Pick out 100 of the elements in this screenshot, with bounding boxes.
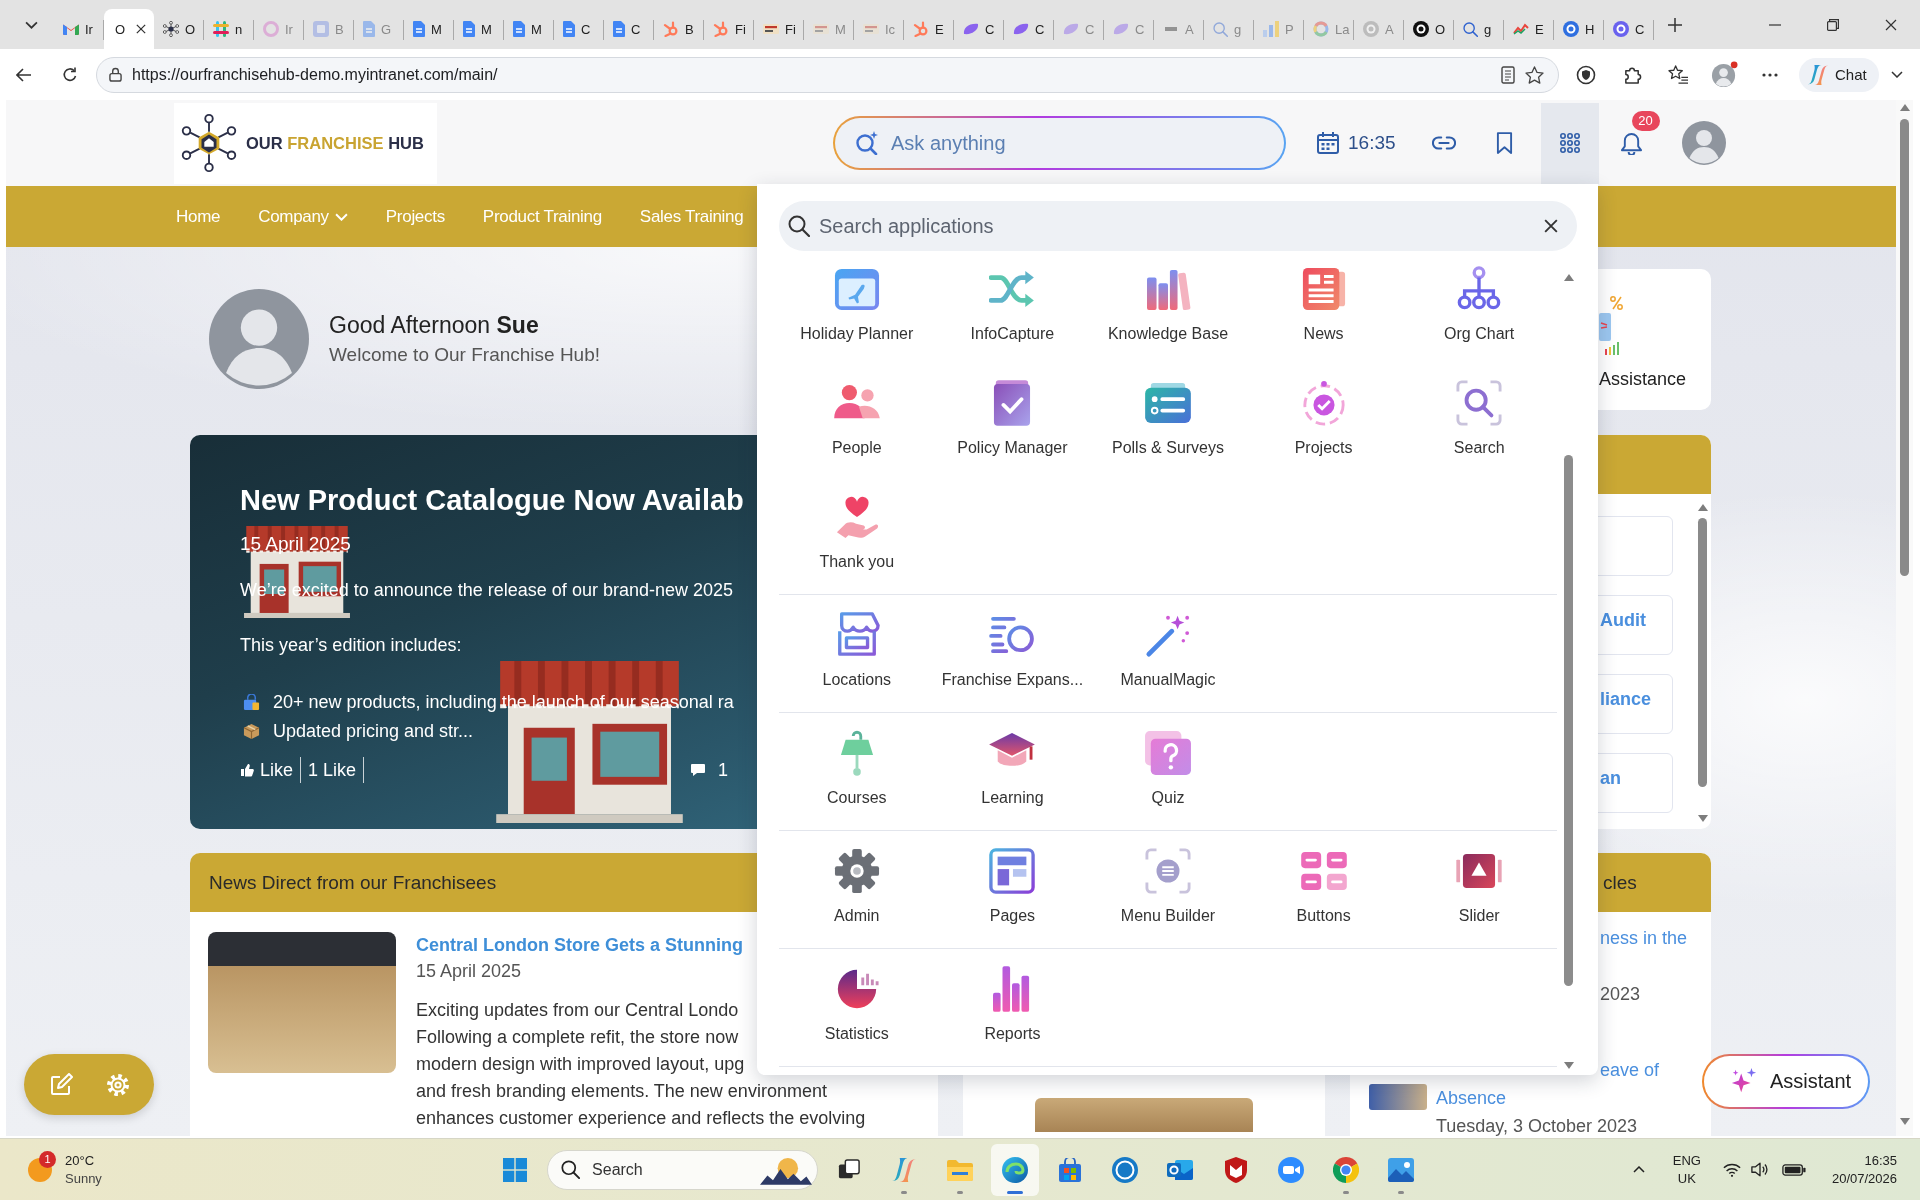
chevron-up-icon[interactable] — [1632, 1166, 1645, 1173]
app-tile[interactable]: People — [779, 366, 935, 480]
close-icon[interactable] — [1544, 219, 1558, 233]
browser-tab[interactable]: C — [604, 9, 654, 49]
browser-tab[interactable]: C — [1604, 9, 1654, 49]
avatar-icon[interactable] — [1681, 121, 1726, 165]
ring-icon[interactable] — [1112, 1156, 1139, 1183]
browser-tab[interactable]: H — [1554, 9, 1604, 49]
app-tile[interactable]: Policy Manager — [934, 366, 1091, 480]
browser-tab[interactable]: Fi — [704, 9, 754, 49]
address-bar[interactable]: https://ourfranchisehub-demo.myintranet.com/main/ — [96, 56, 1559, 93]
close-icon[interactable] — [1885, 18, 1897, 31]
browser-tab[interactable]: M — [404, 9, 454, 49]
mail-icon[interactable] — [1167, 1157, 1194, 1182]
browser-tab[interactable]: E — [1504, 9, 1554, 49]
browser-tab[interactable]: O — [104, 9, 154, 49]
video-camera-icon[interactable] — [1277, 1156, 1304, 1183]
wifi-icon[interactable] — [1722, 1162, 1741, 1177]
ask-field[interactable]: Ask anything — [833, 116, 1286, 170]
app-tile[interactable]: Courses — [779, 716, 935, 830]
browser-tab[interactable]: n — [204, 9, 254, 49]
app-tile[interactable]: Org Chart — [1401, 252, 1557, 366]
browser-tab[interactable]: C — [1004, 9, 1054, 49]
browser-tab[interactable]: g — [1454, 9, 1504, 49]
close-icon[interactable] — [136, 24, 146, 34]
browser-tab[interactable]: M — [454, 9, 504, 49]
clock-button[interactable]: 16:35 20/07/2026 — [1831, 1151, 1897, 1188]
scrollbar-thumb[interactable] — [1564, 455, 1573, 986]
lock-icon[interactable] — [109, 67, 122, 82]
app-tile[interactable]: Reports — [934, 952, 1091, 1066]
app-tile[interactable]: Pages — [934, 834, 1091, 948]
scroll-up-icon[interactable] — [1697, 504, 1708, 511]
browser-tab[interactable]: O — [1404, 9, 1454, 49]
scroll-up-icon[interactable] — [1563, 274, 1574, 281]
app-tile[interactable]: ManualMagic — [1090, 598, 1246, 712]
browser-tab[interactable]: C — [954, 9, 1004, 49]
link-icon[interactable] — [1431, 136, 1456, 150]
restore-icon[interactable] — [1827, 18, 1839, 31]
assistant-button[interactable]: Assistant — [1702, 1054, 1870, 1109]
app-tile[interactable]: News — [1245, 252, 1402, 366]
volume-icon[interactable] — [1750, 1162, 1769, 1177]
app-tile[interactable]: Polls & Surveys — [1090, 366, 1246, 480]
article-title-line[interactable]: ness in the — [1600, 924, 1688, 952]
app-tile[interactable]: Search — [1401, 366, 1557, 480]
scrollbar-thumb[interactable] — [1698, 518, 1707, 787]
taskbar-button[interactable] — [990, 1143, 1039, 1196]
scroll-down-icon[interactable] — [1563, 1062, 1574, 1069]
back-arrow-icon[interactable] — [16, 67, 32, 82]
search-field[interactable]: Search applications — [779, 201, 1577, 251]
browser-tab[interactable]: Fi — [754, 9, 804, 49]
star-icon[interactable] — [1525, 65, 1544, 84]
comment-button[interactable]: 1 — [690, 759, 728, 781]
scrollbar-thumb[interactable] — [1900, 119, 1909, 576]
app-tile[interactable]: Franchise Expans... — [934, 598, 1091, 712]
battery-icon[interactable] — [1781, 1163, 1806, 1176]
tile-label[interactable]: Assistance — [1599, 369, 1687, 390]
bookmark-icon[interactable] — [1495, 131, 1513, 155]
app-tile[interactable]: Learning — [934, 716, 1091, 830]
app-tile[interactable]: InfoCapture — [934, 252, 1091, 366]
scroll-down-icon[interactable] — [1697, 815, 1708, 822]
app-tile[interactable]: Thank you — [779, 480, 935, 594]
folder-icon[interactable] — [946, 1158, 973, 1181]
app-tile[interactable]: Buttons — [1245, 834, 1402, 948]
browser-tab[interactable]: Ir — [54, 9, 104, 49]
minimize-icon[interactable] — [1769, 23, 1781, 26]
calendar-icon[interactable] — [1317, 132, 1339, 154]
browser-tab[interactable]: C — [554, 9, 604, 49]
app-tile[interactable]: Menu Builder — [1090, 834, 1246, 948]
grid-icon[interactable] — [1559, 133, 1580, 153]
apps-button[interactable] — [1540, 102, 1599, 184]
like-button[interactable]: Like — [240, 759, 294, 781]
app-tile[interactable]: Holiday Planner — [779, 252, 935, 366]
shield-icon[interactable] — [1224, 1156, 1247, 1183]
chat-button[interactable]: Chat — [1799, 57, 1879, 92]
plus-icon[interactable] — [1668, 17, 1682, 32]
app-tile[interactable]: Statistics — [779, 952, 935, 1066]
app-tile[interactable]: Admin — [779, 834, 935, 948]
app-tile[interactable]: Knowledge Base — [1090, 252, 1246, 366]
chevron-down-icon[interactable] — [24, 20, 38, 29]
puzzle-icon[interactable] — [1622, 65, 1642, 84]
browser-tab[interactable]: O — [154, 9, 204, 49]
browser-tab[interactable]: B — [654, 9, 704, 49]
app-tile[interactable]: Projects — [1245, 366, 1402, 480]
star-list-icon[interactable] — [1667, 65, 1689, 84]
browser-tab[interactable]: M — [504, 9, 554, 49]
page-icon[interactable] — [1501, 65, 1515, 84]
app-tile[interactable]: Locations — [779, 598, 935, 712]
reload-icon[interactable] — [62, 66, 78, 83]
taskbar-search-field[interactable]: Search — [547, 1149, 819, 1190]
app-tile[interactable]: Quiz — [1090, 716, 1246, 830]
shield-icon[interactable] — [1576, 64, 1596, 85]
shopping-bag-icon[interactable] — [1058, 1157, 1082, 1182]
tricolor-circle-icon[interactable] — [1332, 1156, 1359, 1183]
browser-tab[interactable]: E — [904, 9, 954, 49]
app-tile[interactable]: Slider — [1401, 834, 1557, 948]
chevron-down-icon[interactable] — [1890, 71, 1903, 78]
overlapping-squares-icon[interactable] — [838, 1158, 861, 1181]
landscape-icon[interactable] — [1388, 1157, 1415, 1182]
profile-icon[interactable] — [1710, 61, 1738, 88]
wave-circle-icon[interactable] — [1001, 1156, 1028, 1183]
